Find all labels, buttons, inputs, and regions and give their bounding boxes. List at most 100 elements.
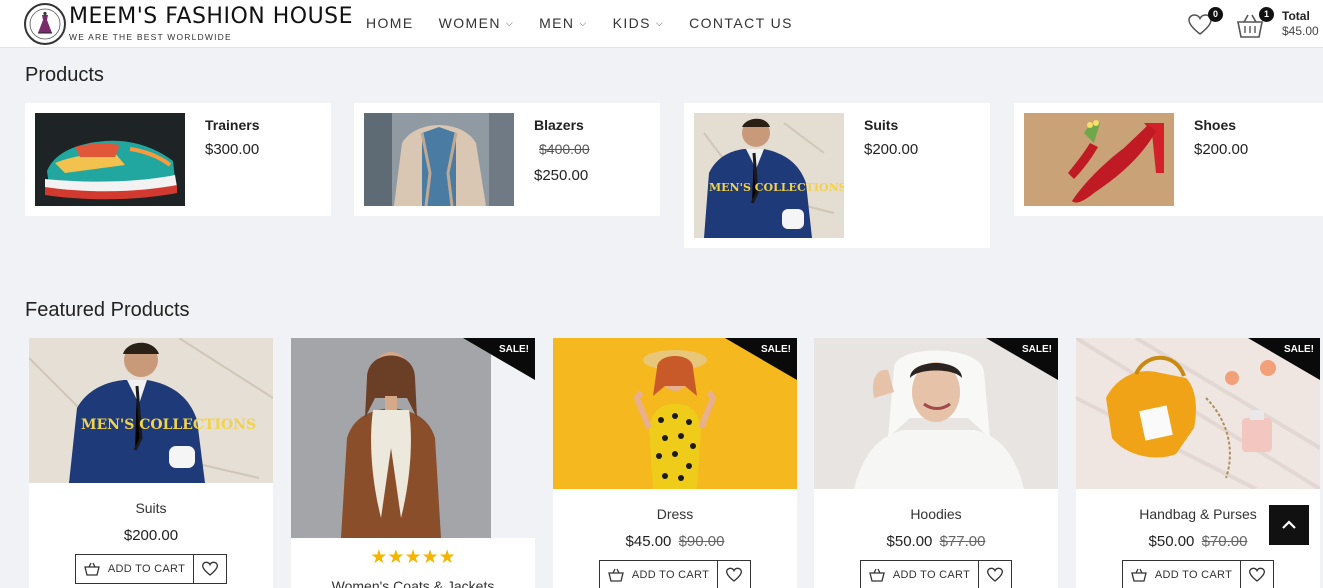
nav-men[interactable]: MEN ⌵ [539, 15, 588, 31]
add-to-cart-group: ADD TO CART [1122, 560, 1274, 588]
rating-stars: ★★★★★ [291, 546, 535, 569]
chevron-up-icon [1282, 520, 1296, 529]
nav-home[interactable]: HOME [366, 15, 414, 31]
product-price: $200.00 [1194, 141, 1249, 158]
site-header: MEEM'S FASHION HOUSE WE ARE THE BEST WOR… [0, 0, 1323, 48]
add-to-cart-group: ADD TO CART [860, 560, 1012, 588]
product-price-row: $45.00 $90.00 [553, 533, 797, 550]
mens-collection-suit-photo[interactable]: MEN'S COLLECTIONS [694, 113, 844, 238]
beige-blazer-photo[interactable] [364, 113, 514, 206]
product-price: $50.00 [1148, 533, 1195, 550]
chevron-down-icon: ⌵ [505, 17, 515, 28]
product-name[interactable]: Dress [553, 506, 797, 522]
product-price: $45.00 [625, 533, 672, 550]
chevron-down-icon: ⌵ [579, 17, 588, 28]
star-icon: ★ [404, 547, 422, 568]
brand-name[interactable]: MEEM'S FASHION HOUSE [69, 4, 353, 29]
product-old-price: $70.00 [1201, 533, 1248, 550]
nav-women-label: WOMEN [438, 15, 501, 31]
product-card-trainers[interactable]: Trainers $300.00 [25, 103, 331, 216]
product-card-blazers[interactable]: Blazers $400.00 $250.00 [354, 103, 660, 216]
basket-icon [608, 568, 624, 582]
product-old-price: $90.00 [678, 533, 725, 550]
featured-card-dress[interactable]: SALE! Dress $45.00 $90.00 ADD TO CART [553, 338, 797, 588]
nav-men-label: MEN [539, 15, 575, 31]
add-to-cart-label: ADD TO CART [631, 569, 710, 581]
basket-icon [869, 568, 885, 582]
red-heel-shoe-photo[interactable] [1024, 113, 1174, 206]
sale-badge-label: SALE! [761, 344, 791, 355]
nav-home-label: HOME [366, 15, 414, 31]
brand-logo[interactable] [24, 3, 66, 45]
add-to-cart-button[interactable]: ADD TO CART [1122, 560, 1241, 588]
product-price: $200.00 [864, 141, 919, 158]
dress-logo-icon [29, 8, 61, 40]
product-name[interactable]: Trainers [205, 117, 259, 133]
products-heading: Products [25, 64, 104, 86]
add-to-cart-button[interactable]: ADD TO CART [75, 554, 194, 584]
heart-icon [986, 567, 1004, 582]
add-to-cart-label: ADD TO CART [1154, 569, 1233, 581]
featured-card-handbag[interactable]: SALE! Handbag & Purses $50.00 $70.00 ADD… [1076, 338, 1320, 588]
featured-card-suits[interactable]: MEN'S COLLECTIONS Suits $200.00 ADD TO C… [29, 338, 273, 588]
product-old-price: $400.00 [539, 141, 590, 157]
wishlist-button[interactable]: 0 [1187, 7, 1223, 42]
product-name[interactable]: Suits [29, 500, 273, 516]
featured-card-coats[interactable]: SALE! ★★★★★ Women's Coats & Jackets [291, 338, 535, 588]
image-overlay-text: MEN'S COLLECTIONS [81, 417, 256, 433]
star-icon: ★ [370, 547, 388, 568]
basket-icon [1131, 568, 1147, 582]
colorful-sneaker-photo[interactable] [35, 113, 185, 206]
chevron-down-icon: ⌵ [655, 17, 665, 28]
product-old-price: $77.00 [939, 533, 986, 550]
nav-kids[interactable]: KIDS ⌵ [613, 15, 665, 31]
star-icon: ★ [421, 547, 439, 568]
add-to-wishlist-button[interactable] [718, 560, 751, 588]
sale-badge-label: SALE! [1284, 344, 1314, 355]
product-name[interactable]: Suits [864, 117, 898, 133]
product-card-shoes[interactable]: Shoes $200.00 [1014, 103, 1323, 216]
star-icon: ★ [387, 547, 405, 568]
featured-card-hoodies[interactable]: SALE! Hoodies $50.00 $77.00 ADD TO CART [814, 338, 1058, 588]
product-price-row: $50.00 $77.00 [814, 533, 1058, 550]
sale-badge-label: SALE! [499, 344, 529, 355]
heart-icon [201, 561, 219, 576]
product-name[interactable]: Hoodies [814, 506, 1058, 522]
nav-kids-label: KIDS [612, 15, 651, 31]
nav-contact[interactable]: CONTACT US [689, 15, 793, 31]
add-to-wishlist-button[interactable] [1241, 560, 1274, 588]
product-name[interactable]: Blazers [534, 117, 584, 133]
heart-icon [1248, 567, 1266, 582]
cart-total-label: Total [1282, 9, 1310, 23]
star-icon: ★ [438, 547, 456, 568]
add-to-cart-button[interactable]: ADD TO CART [599, 560, 718, 588]
image-overlay-text: MEN'S COLLECTIONS [709, 181, 844, 194]
add-to-cart-button[interactable]: ADD TO CART [860, 560, 979, 588]
add-to-wishlist-button[interactable] [194, 554, 227, 584]
brand-tagline: WE ARE THE BEST WORLDWIDE [69, 32, 232, 42]
main-nav: HOME WOMEN ⌵ MEN ⌵ KIDS ⌵ CONTACT US [366, 15, 793, 31]
heart-icon [725, 567, 743, 582]
product-price: $250.00 [534, 167, 589, 184]
product-price: $300.00 [205, 141, 260, 158]
add-to-cart-label: ADD TO CART [892, 569, 971, 581]
wishlist-count-badge: 0 [1208, 7, 1223, 22]
product-name[interactable]: Women's Coats & Jackets [291, 578, 535, 588]
cart-total-value: $45.00 [1282, 24, 1319, 38]
nav-contact-label: CONTACT US [689, 15, 793, 31]
sale-badge-label: SALE! [1022, 344, 1052, 355]
basket-icon [84, 562, 100, 576]
nav-women[interactable]: WOMEN ⌵ [439, 15, 514, 31]
product-card-suits[interactable]: MEN'S COLLECTIONS Suits $200.00 [684, 103, 990, 248]
product-price: $50.00 [886, 533, 933, 550]
cart-count-badge: 1 [1259, 7, 1274, 22]
add-to-wishlist-button[interactable] [979, 560, 1012, 588]
featured-heading: Featured Products [25, 299, 190, 321]
mens-collection-suit-photo[interactable]: MEN'S COLLECTIONS [29, 338, 273, 483]
cart-button[interactable]: 1 [1236, 7, 1274, 44]
product-price: $200.00 [123, 527, 179, 544]
add-to-cart-group: ADD TO CART [75, 554, 227, 584]
product-name[interactable]: Shoes [1194, 117, 1236, 133]
add-to-cart-group: ADD TO CART [599, 560, 751, 588]
scroll-to-top-button[interactable] [1269, 505, 1309, 545]
